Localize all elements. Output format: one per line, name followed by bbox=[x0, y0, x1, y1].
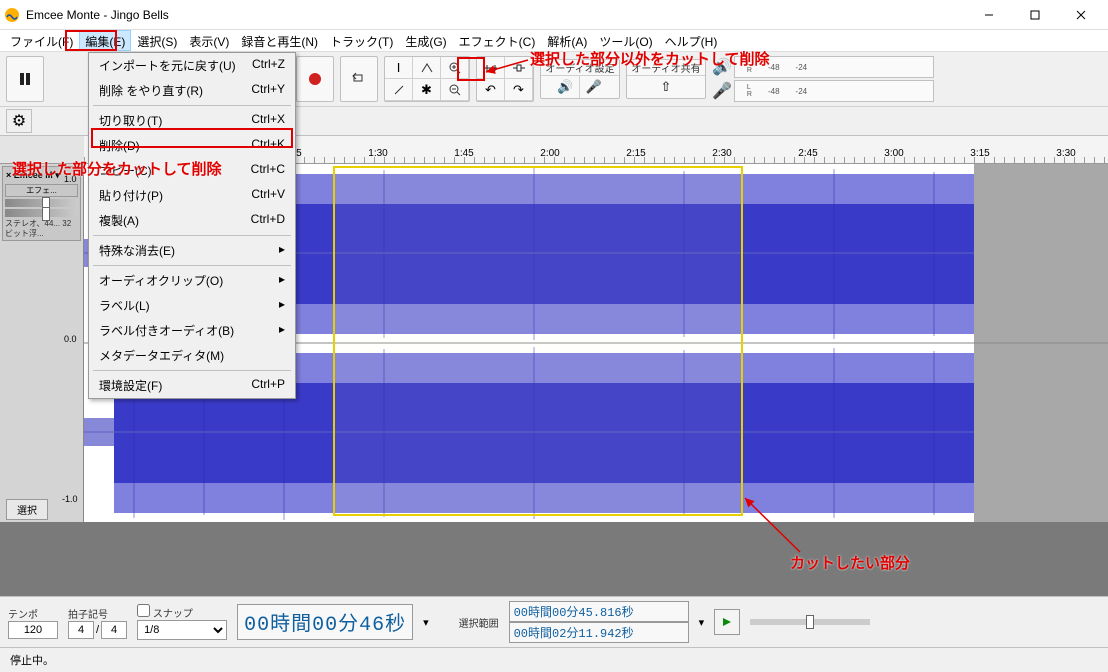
menu-file[interactable]: ファイル(F) bbox=[4, 30, 79, 51]
menu-transport[interactable]: 録音と再生(N) bbox=[235, 30, 324, 51]
mic-icon[interactable]: 🎤 bbox=[580, 76, 608, 98]
speaker-icon[interactable]: 🔊 bbox=[552, 76, 580, 98]
menu-delete[interactable]: 削除(D)Ctrl+K bbox=[89, 133, 295, 158]
multi-tool-icon[interactable]: ✱ bbox=[413, 79, 441, 101]
timesig-den-input[interactable] bbox=[101, 621, 127, 639]
menu-cut[interactable]: 切り取り(T)Ctrl+X bbox=[89, 108, 295, 133]
record-meter[interactable]: LR -48-24 bbox=[734, 80, 934, 102]
title-bar: Emcee Monte - Jingo Bells bbox=[0, 0, 1108, 30]
minimize-button[interactable] bbox=[966, 0, 1012, 30]
trim-outside-icon[interactable] bbox=[477, 57, 505, 79]
selection-end[interactable]: 00時間02分11.942秒 bbox=[509, 622, 689, 643]
menu-labels[interactable]: ラベル(L) bbox=[89, 293, 295, 318]
app-logo-icon bbox=[4, 7, 20, 23]
menu-preferences[interactable]: 環境設定(F)Ctrl+P bbox=[89, 373, 295, 398]
menu-tracks[interactable]: トラック(T) bbox=[324, 30, 399, 51]
track-panel: × Emcee M ▾ エフェ... ステレオ、44... 32 ビット浮...… bbox=[0, 164, 84, 522]
zoom-in-icon[interactable] bbox=[441, 57, 469, 79]
select-track-button[interactable]: 選択 bbox=[6, 499, 48, 520]
redo-icon[interactable]: ↷ bbox=[505, 79, 533, 101]
menu-select[interactable]: 選択(S) bbox=[131, 30, 183, 51]
playback-meter[interactable]: LR -48-24 bbox=[734, 56, 934, 78]
zoom-out-icon[interactable] bbox=[441, 79, 469, 101]
menu-generate[interactable]: 生成(G) bbox=[399, 30, 452, 51]
gain-slider[interactable] bbox=[5, 199, 78, 207]
snap-select[interactable]: 1/8 bbox=[137, 620, 227, 640]
speed-slider[interactable] bbox=[750, 619, 870, 625]
time-display[interactable]: 00時間00分46秒 bbox=[237, 604, 413, 640]
draw-tool-icon[interactable] bbox=[385, 79, 413, 101]
record-button[interactable] bbox=[297, 57, 333, 101]
window-title: Emcee Monte - Jingo Bells bbox=[26, 8, 966, 22]
selection-tool-icon[interactable]: I bbox=[385, 57, 413, 79]
audio-share-label: オーディオ共有 bbox=[627, 60, 704, 76]
envelope-tool-icon[interactable] bbox=[413, 57, 441, 79]
play-at-speed-button[interactable] bbox=[714, 609, 740, 635]
speaker-meter-icon: 🔊 bbox=[712, 57, 732, 77]
menu-redo[interactable]: 削除 をやり直す(R)Ctrl+Y bbox=[89, 78, 295, 103]
menu-labeled-audio[interactable]: ラベル付きオーディオ(B) bbox=[89, 318, 295, 343]
share-icon[interactable]: ⇧ bbox=[652, 76, 680, 98]
audio-settings-label: オーディオ設定 bbox=[541, 60, 618, 76]
close-button[interactable] bbox=[1058, 0, 1104, 30]
timesig-num-input[interactable] bbox=[68, 621, 94, 639]
menu-copy[interactable]: コピー(C)Ctrl+C bbox=[89, 158, 295, 183]
snap-checkbox[interactable] bbox=[137, 604, 150, 617]
menu-effect[interactable]: エフェクト(C) bbox=[453, 30, 542, 51]
silence-selection-icon[interactable] bbox=[505, 57, 533, 79]
edit-menu-dropdown: インポートを元に戻す(U)Ctrl+Z 削除 をやり直す(R)Ctrl+Y 切り… bbox=[88, 52, 296, 399]
bottom-toolbar: テンポ 拍子記号 / スナップ 1/8 00時間00分46秒 ▾ 選択範囲 00… bbox=[0, 596, 1108, 647]
menu-metadata[interactable]: メタデータエディタ(M) bbox=[89, 343, 295, 368]
menu-help[interactable]: ヘルプ(H) bbox=[659, 30, 724, 51]
menu-duplicate[interactable]: 複製(A)Ctrl+D bbox=[89, 208, 295, 233]
menu-paste[interactable]: 貼り付け(P)Ctrl+V bbox=[89, 183, 295, 208]
maximize-button[interactable] bbox=[1012, 0, 1058, 30]
menu-view[interactable]: 表示(V) bbox=[183, 30, 235, 51]
menu-audio-clips[interactable]: オーディオクリップ(O) bbox=[89, 268, 295, 293]
tempo-input[interactable] bbox=[8, 621, 58, 639]
menu-undo[interactable]: インポートを元に戻す(U)Ctrl+Z bbox=[89, 53, 295, 78]
menu-bar: ファイル(F) 編集(E) 選択(S) 表示(V) 録音と再生(N) トラック(… bbox=[0, 30, 1108, 52]
status-bar: 停止中。 bbox=[0, 647, 1108, 672]
empty-track-area bbox=[0, 522, 1108, 596]
selection-start[interactable]: 00時間00分45.816秒 bbox=[509, 601, 689, 622]
menu-special-remove[interactable]: 特殊な消去(E) bbox=[89, 238, 295, 263]
menu-tools[interactable]: ツール(O) bbox=[593, 30, 658, 51]
pan-slider[interactable] bbox=[5, 209, 78, 217]
pause-button[interactable] bbox=[7, 57, 43, 101]
loop-button[interactable] bbox=[341, 57, 377, 101]
menu-edit[interactable]: 編集(E) bbox=[79, 30, 131, 51]
menu-analyze[interactable]: 解析(A) bbox=[541, 30, 593, 51]
mic-meter-icon: 🎤 bbox=[712, 81, 732, 101]
undo-icon[interactable]: ↶ bbox=[477, 79, 505, 101]
settings-icon[interactable]: ⚙ bbox=[6, 109, 32, 133]
